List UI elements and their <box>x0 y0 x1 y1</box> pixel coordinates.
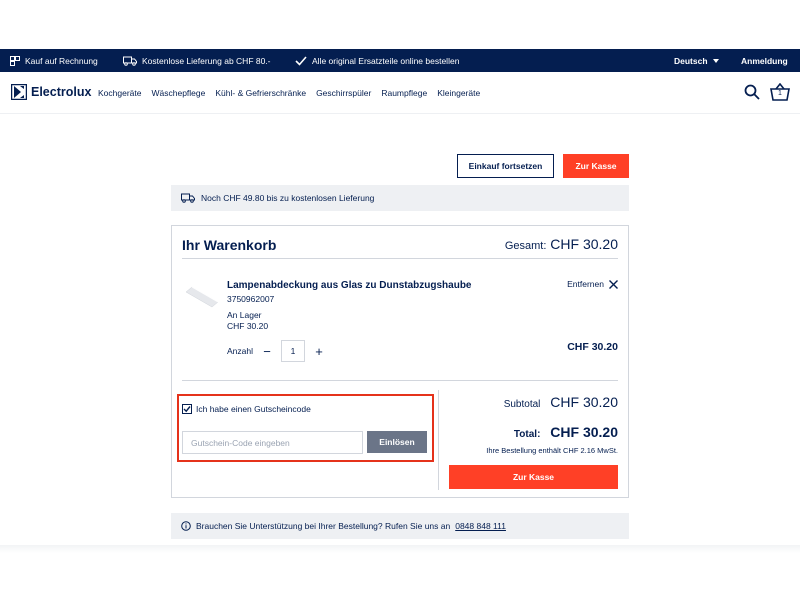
truck-icon <box>181 193 195 203</box>
parts-info: Alle original Ersatzteile online bestell… <box>295 49 459 72</box>
parts-text: Alle original Ersatzteile online bestell… <box>312 55 460 66</box>
subtotal: Subtotal CHF 30.20 <box>504 394 618 410</box>
login-label: Anmeldung <box>741 55 788 66</box>
subtotal-value: CHF 30.20 <box>550 394 618 410</box>
menu-item-kochgeraete[interactable]: Kochgeräte <box>98 88 141 98</box>
coupon-code-input[interactable] <box>182 431 363 454</box>
footer-shadow <box>0 545 800 553</box>
remove-label: Entfernen <box>567 279 604 289</box>
quantity-increase-button[interactable]: + <box>313 344 325 359</box>
menu-item-kuehlschraenke[interactable]: Kühl- & Gefrierschränke <box>215 88 306 98</box>
menu-item-raumpflege[interactable]: Raumpflege <box>381 88 427 98</box>
line-price: CHF 30.20 <box>567 341 618 353</box>
quantity-label: Anzahl <box>227 346 253 356</box>
login-link[interactable]: Anmeldung <box>741 49 788 72</box>
brand-name: Electrolux <box>31 85 92 99</box>
invoice-icon <box>10 55 20 66</box>
language-selector[interactable]: Deutsch <box>674 49 719 72</box>
remove-item-button[interactable]: Entfernen <box>567 279 618 289</box>
vat-note: Ihre Bestellung enthält CHF 2.16 MwSt. <box>486 446 618 455</box>
top-info-bar: Kauf auf Rechnung Kostenlose Lieferung a… <box>0 49 800 72</box>
search-icon[interactable] <box>744 84 760 100</box>
invoice-info: Kauf auf Rechnung <box>10 49 98 72</box>
order-total: Total: CHF 30.20 <box>514 424 618 440</box>
checkout-button-bottom[interactable]: Zur Kasse <box>449 465 618 489</box>
checkbox-checked-icon[interactable] <box>182 404 192 414</box>
menu-item-kleingeraete[interactable]: Kleingeräte <box>437 88 480 98</box>
cart-title: Ihr Warenkorb <box>182 237 277 253</box>
coupon-checkbox[interactable]: Ich habe einen Gutscheincode <box>182 404 311 414</box>
redeem-coupon-button[interactable]: Einlösen <box>367 431 427 453</box>
truck-icon <box>123 56 137 66</box>
check-icon <box>295 55 307 66</box>
main-navigation: Electrolux Kochgeräte Wäschepflege Kühl-… <box>0 72 800 114</box>
product-unit-price: CHF 30.20 <box>227 321 269 331</box>
shipping-notice-text: Noch CHF 49.80 bis zu kostenlosen Liefer… <box>201 193 375 203</box>
product-name[interactable]: Lampenabdeckung aus Glas zu Dunstabzugsh… <box>227 280 472 291</box>
chevron-down-icon <box>712 58 719 63</box>
info-icon <box>181 521 191 531</box>
menu-item-waeschepflege[interactable]: Wäschepflege <box>151 88 205 98</box>
product-stock: An Lager <box>227 310 262 320</box>
cart-button[interactable]: 1 <box>770 82 790 101</box>
language-label: Deutsch <box>674 55 708 66</box>
cart-total: Gesamt: CHF 30.20 <box>505 236 618 252</box>
coupon-checkbox-label: Ich habe einen Gutscheincode <box>196 404 311 414</box>
quantity-decrease-button[interactable]: − <box>261 344 273 359</box>
delivery-text: Kostenlose Lieferung ab CHF 80.- <box>142 55 271 66</box>
product-image <box>185 286 219 308</box>
menu-item-geschirrspueler[interactable]: Geschirrspüler <box>316 88 371 98</box>
shipping-notice: Noch CHF 49.80 bis zu kostenlosen Liefer… <box>171 185 629 211</box>
close-icon <box>609 279 618 289</box>
quantity-value[interactable]: 1 <box>281 340 305 362</box>
electrolux-logo-icon <box>11 84 27 100</box>
divider <box>182 258 618 259</box>
vertical-divider <box>438 390 439 490</box>
cart-total-label: Gesamt: <box>504 240 547 252</box>
checkout-button-top[interactable]: Zur Kasse <box>563 154 629 178</box>
help-phone-link[interactable]: 0848 848 111 <box>455 521 506 531</box>
invoice-text: Kauf auf Rechnung <box>25 55 98 66</box>
continue-shopping-button[interactable]: Einkauf fortsetzen <box>457 154 554 178</box>
cart-count-badge: 1 <box>778 90 782 97</box>
subtotal-label: Subtotal <box>503 399 541 410</box>
category-menu: Kochgeräte Wäschepflege Kühl- & Gefriers… <box>98 72 480 114</box>
divider <box>182 380 618 381</box>
nav-icons: 1 <box>744 82 790 101</box>
delivery-info: Kostenlose Lieferung ab CHF 80.- <box>123 49 271 72</box>
order-total-value: CHF 30.20 <box>550 424 618 440</box>
help-text: Brauchen Sie Unterstützung bei Ihrer Bes… <box>196 521 451 531</box>
product-sku: 3750962007 <box>227 294 275 304</box>
help-bar: Brauchen Sie Unterstützung bei Ihrer Bes… <box>171 513 629 539</box>
cart-panel: Ihr Warenkorb Gesamt: CHF 30.20 Lampenab… <box>171 225 629 498</box>
order-total-label: Total: <box>513 429 541 440</box>
cart-total-value: CHF 30.20 <box>550 236 618 252</box>
quantity-stepper: Anzahl − 1 + <box>227 340 325 362</box>
electrolux-logo[interactable]: Electrolux <box>11 84 91 100</box>
